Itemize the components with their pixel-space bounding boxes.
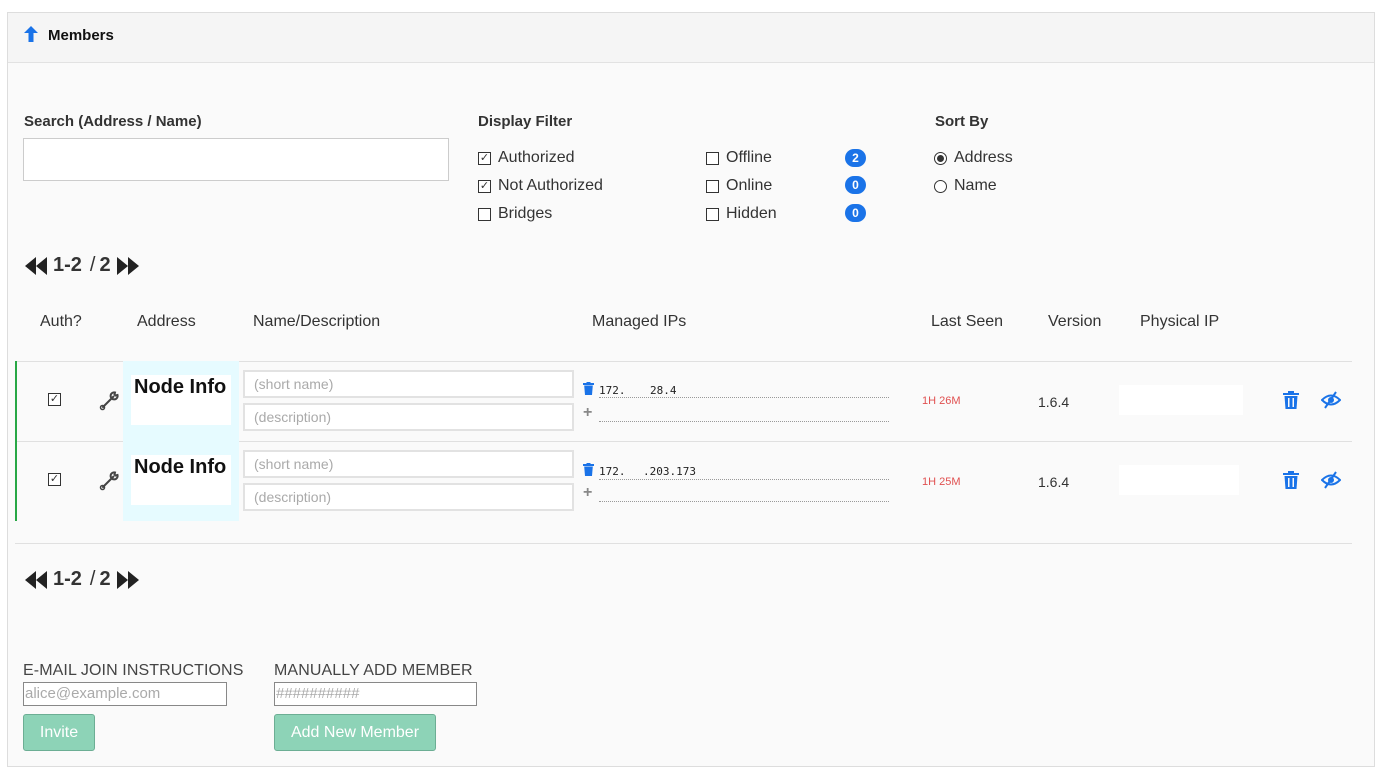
offline-count-badge: 2	[845, 149, 866, 167]
email-input[interactable]: alice@example.com	[23, 682, 227, 706]
sort-label: Address	[954, 149, 1013, 166]
display-filter-label: Display Filter	[478, 113, 573, 130]
radio-unselected-icon[interactable]	[934, 179, 947, 193]
checkbox-unchecked-icon[interactable]	[706, 179, 719, 193]
radio-selected-icon[interactable]	[934, 151, 947, 165]
email-join-label: E-MAIL JOIN INSTRUCTIONS	[23, 662, 244, 679]
new-ip-input[interactable]	[599, 421, 889, 422]
node-info-box[interactable]: Node Info	[123, 361, 239, 441]
node-info-link[interactable]: Node Info	[131, 455, 231, 505]
last-seen: 1H 26M	[922, 395, 961, 407]
add-ip-plus-icon[interactable]: +	[583, 484, 592, 502]
pager-range: 1-2	[53, 254, 82, 276]
sort-address[interactable]: Address	[934, 149, 1013, 167]
description-input[interactable]: (description)	[243, 403, 574, 431]
physical-ip	[1119, 385, 1243, 415]
managed-ip-prefix: 172.	[599, 465, 626, 478]
pager-bottom: 1-2 / 2	[25, 568, 139, 591]
hidden-count-badge: 0	[845, 204, 866, 222]
member-row: ✓ Node Info (short name) (description) 1…	[15, 441, 1352, 521]
last-seen: 1H 25M	[922, 476, 961, 488]
col-managed-ips[interactable]: Managed IPs	[592, 313, 686, 331]
pager-separator: /	[89, 254, 96, 276]
manual-add-label: MANUALLY ADD MEMBER	[274, 662, 473, 679]
ip-underline	[599, 397, 889, 398]
short-name-input[interactable]: (short name)	[243, 450, 574, 478]
checkbox-unchecked-icon[interactable]	[706, 207, 719, 221]
last-page-icon[interactable]	[116, 570, 139, 589]
checkbox-checked-icon[interactable]: ✓	[478, 151, 491, 165]
trash-small-icon[interactable]	[583, 382, 594, 395]
managed-ip-suffix: 28.4	[650, 384, 677, 397]
col-name[interactable]: Name/Description	[253, 313, 380, 331]
col-last-seen[interactable]: Last Seen	[931, 313, 1003, 331]
last-page-icon[interactable]	[116, 256, 139, 275]
ip-underline	[599, 479, 889, 480]
version: 1.6.4	[1038, 394, 1070, 410]
col-auth[interactable]: Auth?	[40, 313, 82, 331]
first-page-icon[interactable]	[25, 570, 47, 589]
delete-member-icon[interactable]	[1283, 391, 1299, 409]
sort-by-label: Sort By	[935, 113, 989, 130]
filter-not-authorized[interactable]: ✓ Not Authorized	[478, 177, 603, 195]
panel-header[interactable]: Members	[8, 13, 1374, 63]
new-ip-input[interactable]	[599, 501, 889, 502]
filter-online[interactable]: Online	[706, 177, 772, 195]
col-address[interactable]: Address	[137, 313, 196, 331]
checkbox-checked-icon[interactable]: ✓	[478, 179, 491, 193]
version: 1.6.4	[1038, 474, 1070, 490]
hide-member-icon[interactable]	[1321, 471, 1341, 489]
auth-checkbox[interactable]: ✓	[48, 393, 61, 406]
filter-label: Hidden	[726, 205, 777, 222]
filter-label: Bridges	[498, 205, 553, 222]
delete-member-icon[interactable]	[1283, 471, 1299, 489]
panel-title: Members	[48, 27, 114, 44]
auth-checkbox[interactable]: ✓	[48, 473, 61, 486]
sort-label: Name	[954, 177, 997, 194]
search-label: Search (Address / Name)	[24, 113, 202, 130]
pager-top: 1-2 / 2	[25, 254, 139, 277]
filter-label: Not Authorized	[498, 177, 603, 194]
add-new-member-button[interactable]: Add New Member	[274, 714, 436, 751]
wrench-icon[interactable]	[99, 391, 119, 411]
short-name-input[interactable]: (short name)	[243, 370, 574, 398]
search-input[interactable]	[23, 138, 449, 181]
trash-small-icon[interactable]	[583, 463, 594, 476]
checkbox-unchecked-icon[interactable]	[478, 207, 491, 221]
physical-ip	[1119, 465, 1239, 495]
member-row: ✓ Node Info (short name) (description) 1…	[15, 361, 1352, 441]
col-version[interactable]: Version	[1048, 313, 1101, 331]
filter-label: Offline	[726, 149, 772, 166]
add-ip-plus-icon[interactable]: +	[583, 404, 592, 422]
table-bottom-divider	[15, 543, 1352, 544]
hide-member-icon[interactable]	[1321, 391, 1341, 409]
first-page-icon[interactable]	[25, 256, 47, 275]
filter-authorized[interactable]: ✓ Authorized	[478, 149, 575, 167]
managed-ip-prefix: 172.	[599, 384, 626, 397]
node-info-link[interactable]: Node Info	[131, 375, 231, 425]
filter-hidden[interactable]: Hidden	[706, 205, 777, 223]
wrench-icon[interactable]	[99, 471, 119, 491]
checkbox-unchecked-icon[interactable]	[706, 151, 719, 165]
member-id-input[interactable]: ##########	[274, 682, 477, 706]
col-physical-ip[interactable]: Physical IP	[1140, 313, 1219, 331]
filter-label: Online	[726, 177, 773, 194]
filter-label: Authorized	[498, 149, 575, 166]
description-input[interactable]: (description)	[243, 483, 574, 511]
node-info-box[interactable]: Node Info	[123, 441, 239, 521]
sort-name[interactable]: Name	[934, 177, 997, 195]
online-count-badge: 0	[845, 176, 866, 194]
pager-total: 2	[99, 254, 111, 276]
invite-button[interactable]: Invite	[23, 714, 95, 751]
pager-range: 1-2	[53, 568, 82, 590]
arrow-up-icon[interactable]	[24, 26, 38, 42]
managed-ip-suffix: .203.173	[643, 465, 696, 478]
filter-bridges[interactable]: Bridges	[478, 205, 552, 223]
pager-total: 2	[99, 568, 111, 590]
filter-offline[interactable]: Offline	[706, 149, 772, 167]
pager-separator: /	[89, 568, 96, 590]
